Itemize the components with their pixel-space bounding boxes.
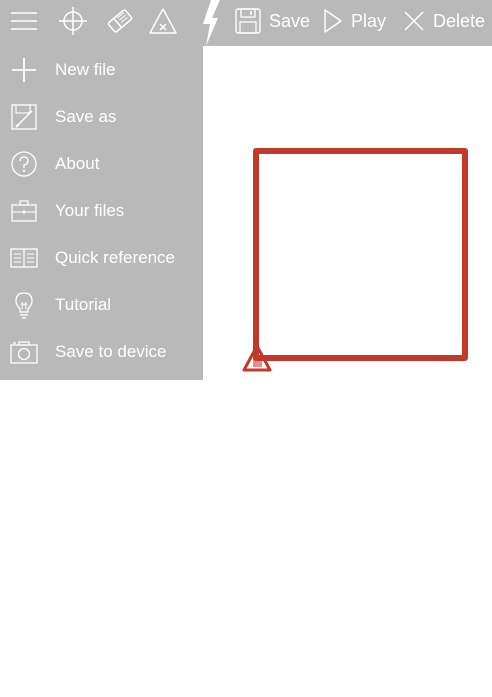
clear-turtle-icon[interactable]: [148, 6, 178, 36]
eraser-icon[interactable]: [105, 6, 135, 36]
lightbulb-icon: [10, 291, 38, 319]
menu-item-save-to-device[interactable]: Save to device: [0, 328, 203, 375]
drawn-square: [253, 148, 468, 361]
menu-item-about[interactable]: About: [0, 140, 203, 187]
camera-icon: [10, 338, 38, 366]
side-menu: New file Save as About Your files Quick …: [0, 46, 203, 380]
save-as-icon: [10, 103, 38, 131]
app-screen: Save Play Delete New file Save as About …: [0, 0, 492, 697]
menu-item-label: Quick reference: [55, 247, 175, 267]
tool-bar: [0, 0, 203, 46]
menu-item-label: Save as: [55, 106, 117, 126]
menu-item-save-as[interactable]: Save as: [0, 93, 203, 140]
play-icon: [324, 9, 342, 33]
menu-item-label: Tutorial: [55, 294, 112, 314]
menu-item-label: Your files: [55, 200, 125, 220]
close-icon: [404, 11, 424, 31]
menu-item-quick-reference[interactable]: Quick reference: [0, 234, 203, 281]
menu-icon[interactable]: [9, 6, 39, 36]
book-icon: [10, 244, 38, 272]
menu-item-tutorial[interactable]: Tutorial: [0, 281, 203, 328]
save-label: Save: [269, 10, 311, 31]
menu-item-label: New file: [55, 59, 116, 79]
question-icon: [10, 150, 38, 178]
save-button[interactable]: Save: [235, 0, 310, 42]
menu-item-label: About: [55, 153, 100, 173]
turtle-cursor-icon[interactable]: [241, 343, 273, 373]
floppy-disk-icon: [235, 8, 261, 34]
play-button[interactable]: Play: [323, 0, 386, 42]
lightning-divider-icon: [198, 0, 220, 46]
plus-icon: [10, 56, 38, 84]
crosshair-icon[interactable]: [58, 6, 88, 36]
delete-button[interactable]: Delete: [403, 0, 485, 42]
briefcase-icon: [10, 197, 38, 225]
menu-item-label: Save to device: [55, 341, 167, 361]
menu-item-new-file[interactable]: New file: [0, 46, 203, 93]
play-label: Play: [351, 10, 387, 31]
delete-label: Delete: [433, 10, 486, 31]
menu-item-your-files[interactable]: Your files: [0, 187, 203, 234]
